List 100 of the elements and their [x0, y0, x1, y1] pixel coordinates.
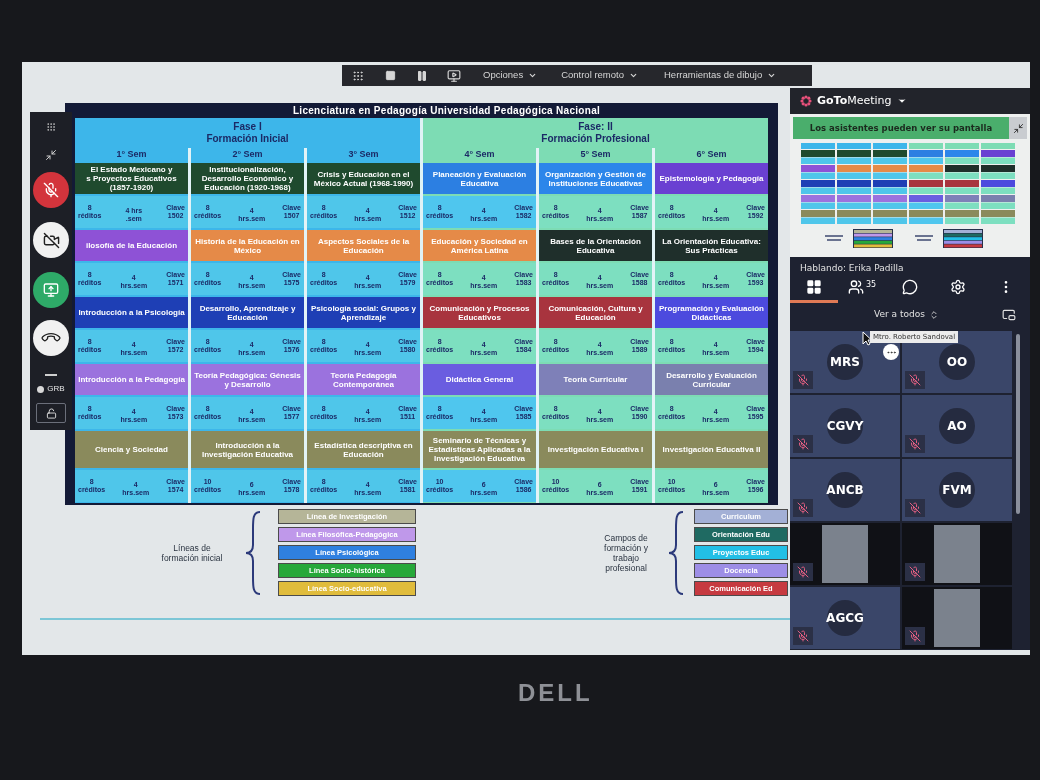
- menu-button[interactable]: Control remoto: [561, 68, 638, 83]
- course-title: Introducción a la Psicología: [75, 297, 188, 328]
- participant-tile[interactable]: FVM: [902, 459, 1012, 521]
- photo-placeholder: [822, 525, 868, 583]
- brand-name: GoToMeeting: [817, 92, 892, 109]
- mic-off-icon: [43, 182, 59, 198]
- drag-handle-icon[interactable]: [352, 69, 364, 82]
- sharing-banner: Los asistentes pueden ver su pantalla: [793, 117, 1009, 139]
- course-title: ilosofía de la Educación: [75, 230, 188, 261]
- caret-icon: [767, 71, 777, 80]
- speaking-indicator: Hablando: Erika Padilla: [799, 262, 905, 274]
- course-title: Teoría Pedagógica: Génesis y Desarrollo: [191, 364, 304, 395]
- course-title: Seminario de Técnicas y Estadísticas Aplicadas a la Investigación Educativa: [423, 431, 536, 468]
- menu-button[interactable]: Opciones: [483, 68, 538, 83]
- view-filter-dropdown[interactable]: Ver a todos: [874, 308, 939, 322]
- panel-tab[interactable]: [790, 279, 838, 303]
- participant-tile[interactable]: AGCG: [790, 587, 900, 649]
- course-title: Desarrollo y Evaluación Curricular: [655, 364, 768, 395]
- legend-label: Líneas de formación inicial: [160, 542, 224, 563]
- brace-icon: [667, 510, 685, 595]
- phase-label: Fase: II: [578, 121, 613, 133]
- brand-logo: DELL: [518, 679, 593, 707]
- course-title: Introducción a la Investigación Educativa: [191, 431, 304, 468]
- camera-off-icon: [42, 231, 60, 249]
- picture-in-picture-icon[interactable]: [1002, 308, 1016, 322]
- stop-icon[interactable]: [385, 70, 396, 81]
- people-icon: [847, 279, 864, 295]
- lock-icon: [45, 407, 57, 419]
- participant-avatar: CGVY: [827, 408, 863, 444]
- semester-label: 1° Sem: [115, 148, 148, 161]
- screen-share-button[interactable]: [33, 272, 69, 308]
- semester-label: 5° Sem: [579, 148, 612, 161]
- semester-label: 4° Sem: [463, 148, 496, 161]
- screen-share-icon[interactable]: [447, 68, 461, 83]
- course-title: Planeación y Evaluación Educativa: [423, 163, 536, 194]
- panel-tab[interactable]: 35: [838, 279, 886, 303]
- video-tile[interactable]: [902, 523, 1012, 585]
- course-title: Epistemología y Pedagogía: [655, 163, 768, 194]
- menu-button[interactable]: Herramientas de dibujo: [664, 68, 777, 83]
- phase-label: Fase I: [233, 121, 262, 133]
- chevrons-icon: [928, 310, 939, 320]
- course-title: Historia de la Educación en México: [191, 230, 304, 261]
- course-title: Introducción a la Pedagogía: [75, 364, 188, 395]
- caret-icon: [528, 71, 538, 80]
- caret-icon: [629, 71, 638, 80]
- participant-avatar: AGCG: [827, 600, 863, 636]
- camera-button[interactable]: [33, 222, 69, 258]
- course-title: Didáctica General: [423, 364, 536, 395]
- course-title: Comunicación, Cultura y Educación: [539, 297, 652, 328]
- chat-icon: [902, 279, 918, 295]
- semester-label: 3° Sem: [347, 148, 380, 161]
- photo-placeholder: [934, 525, 980, 583]
- drag-handle-icon[interactable]: [44, 122, 58, 132]
- collapse-icon[interactable]: [45, 149, 57, 161]
- course-title: El Estado Mexicano y s Proyectos Educativos (1857-1920): [75, 163, 188, 194]
- participant-tile[interactable]: ANCB: [790, 459, 900, 521]
- course-title: Teoría Pedagogía Contemporánea: [307, 364, 420, 395]
- phase-subtitle: Formación Profesional: [541, 133, 650, 145]
- video-tile[interactable]: [902, 587, 1012, 649]
- participant-avatar: AO: [939, 408, 975, 444]
- course-title: Institucionalización, Desarrollo Económico y Educación (1920-1968): [191, 163, 304, 194]
- video-tile[interactable]: [790, 523, 900, 585]
- flower-icon: [800, 95, 812, 107]
- phase-subtitle: Formación Inicial: [206, 133, 289, 145]
- brace-icon: [244, 510, 262, 595]
- course-title: Investigación Educativa I: [539, 431, 652, 468]
- settings-icon: [950, 279, 966, 295]
- cursor-icon: [862, 331, 872, 346]
- participant-tile[interactable]: AO: [902, 395, 1012, 457]
- photo-placeholder: [934, 589, 980, 647]
- microphone-button[interactable]: [33, 172, 69, 208]
- semester-label: 2° Sem: [231, 148, 264, 161]
- course-title: Ciencia y Sociedad: [75, 431, 188, 468]
- legend-label: Campos de formación y trabajo profesional: [603, 532, 649, 573]
- presenter-name: GRB: [47, 384, 65, 394]
- scrollbar[interactable]: [1016, 334, 1020, 514]
- course-title: La Orientación Educativa: Sus Prácticas: [655, 230, 768, 261]
- caret-icon[interactable]: [896, 96, 907, 106]
- participant-tile[interactable]: CGVY: [790, 395, 900, 457]
- course-title: Teoría Curricular: [539, 364, 652, 395]
- pause-icon[interactable]: [416, 69, 428, 82]
- course-title: Programación y Evaluación Didácticas: [655, 297, 768, 328]
- course-title: Aspectos Sociales de la Educación: [307, 230, 420, 261]
- course-title: Crisis y Educación en el México Actual (1968-1990): [307, 163, 420, 194]
- lock-button[interactable]: [36, 403, 66, 423]
- course-title: Investigación Educativa II: [655, 431, 768, 468]
- monitor-icon: [43, 282, 59, 298]
- table-title: Licenciatura en Pedagogía Universidad Pedagógica Nacional: [291, 104, 602, 118]
- grid-icon: [806, 279, 822, 295]
- collapse-icon[interactable]: [1009, 117, 1027, 139]
- course-title: Desarrollo, Aprendizaje y Educación: [191, 297, 304, 328]
- participant-avatar: MRS: [827, 344, 863, 380]
- course-title: Estadística descriptiva en Educación: [307, 431, 420, 468]
- course-title: Psicología social: Grupos y Aprendizaje: [307, 297, 420, 328]
- course-title: Educación y Sociedad en América Latina: [423, 230, 536, 261]
- participant-avatar: OO: [939, 344, 975, 380]
- course-title: Comunicación y Procesos Educativos: [423, 297, 536, 328]
- hang-up-button[interactable]: [33, 320, 69, 356]
- participant-avatar: ANCB: [827, 472, 863, 508]
- course-title: Bases de la Orientación Educativa: [539, 230, 652, 261]
